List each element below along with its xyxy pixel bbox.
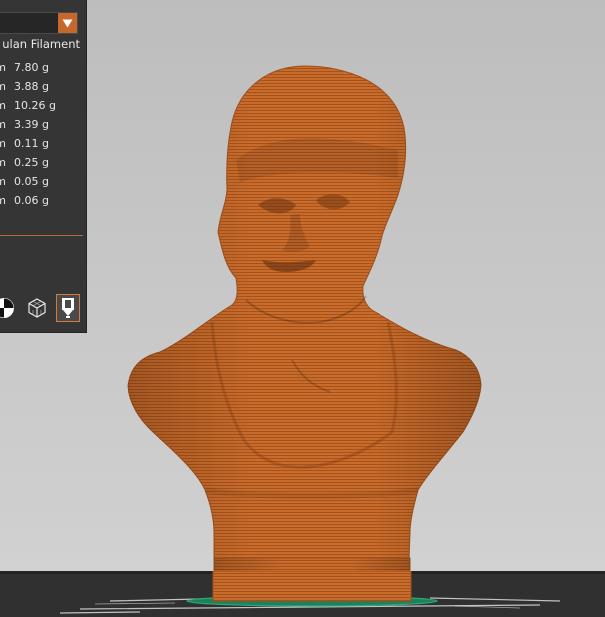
usage-row: m 10.26 g xyxy=(0,99,86,118)
usage-row: m 7.80 g xyxy=(0,61,86,80)
usage-length-unit: m xyxy=(0,137,6,150)
solid-view-button[interactable] xyxy=(25,294,49,322)
usage-row: m 3.88 g xyxy=(0,80,86,99)
section-divider xyxy=(0,235,83,236)
build-plate xyxy=(0,571,605,617)
usage-length-unit: m xyxy=(0,118,6,131)
material-profile-select[interactable] xyxy=(0,12,78,34)
usage-row: m 0.11 g xyxy=(0,137,86,156)
view-mode-toolbar xyxy=(0,294,86,322)
usage-weight: 0.11 g xyxy=(14,137,49,150)
usage-weight: 10.26 g xyxy=(14,99,56,112)
usage-length-unit: m xyxy=(0,80,6,93)
usage-weight: 0.05 g xyxy=(14,175,49,188)
layer-view-icon xyxy=(62,298,74,318)
3d-viewport[interactable] xyxy=(0,0,605,617)
filament-usage-list: m 7.80 g m 3.88 g m 10.26 g m 3.39 g m 0… xyxy=(0,61,86,213)
usage-length-unit: m xyxy=(0,175,6,188)
wireframe-cube-icon xyxy=(28,298,46,318)
dropdown-button[interactable] xyxy=(58,13,77,33)
usage-row: m 0.25 g xyxy=(0,156,86,175)
material-name: ulan Filament xyxy=(2,37,80,51)
chevron-down-icon xyxy=(62,19,73,27)
print-info-panel: ulan Filament m 7.80 g m 3.88 g m 10.26 … xyxy=(0,0,87,333)
usage-weight: 3.88 g xyxy=(14,80,49,93)
usage-length-unit: m xyxy=(0,156,6,169)
usage-row: m 0.05 g xyxy=(0,175,86,194)
usage-row: m 3.39 g xyxy=(0,118,86,137)
xray-view-icon xyxy=(0,298,14,318)
usage-length-unit: m xyxy=(0,99,6,112)
printed-bust-model[interactable] xyxy=(127,65,482,603)
usage-weight: 0.25 g xyxy=(14,156,49,169)
usage-row: m 0.06 g xyxy=(0,194,86,213)
layer-view-button[interactable] xyxy=(56,294,80,322)
usage-weight: 3.39 g xyxy=(14,118,49,131)
usage-length-unit: m xyxy=(0,61,6,74)
usage-length-unit: m xyxy=(0,194,6,207)
xray-view-button[interactable] xyxy=(0,294,17,322)
usage-weight: 0.06 g xyxy=(14,194,49,207)
usage-weight: 7.80 g xyxy=(14,61,49,74)
